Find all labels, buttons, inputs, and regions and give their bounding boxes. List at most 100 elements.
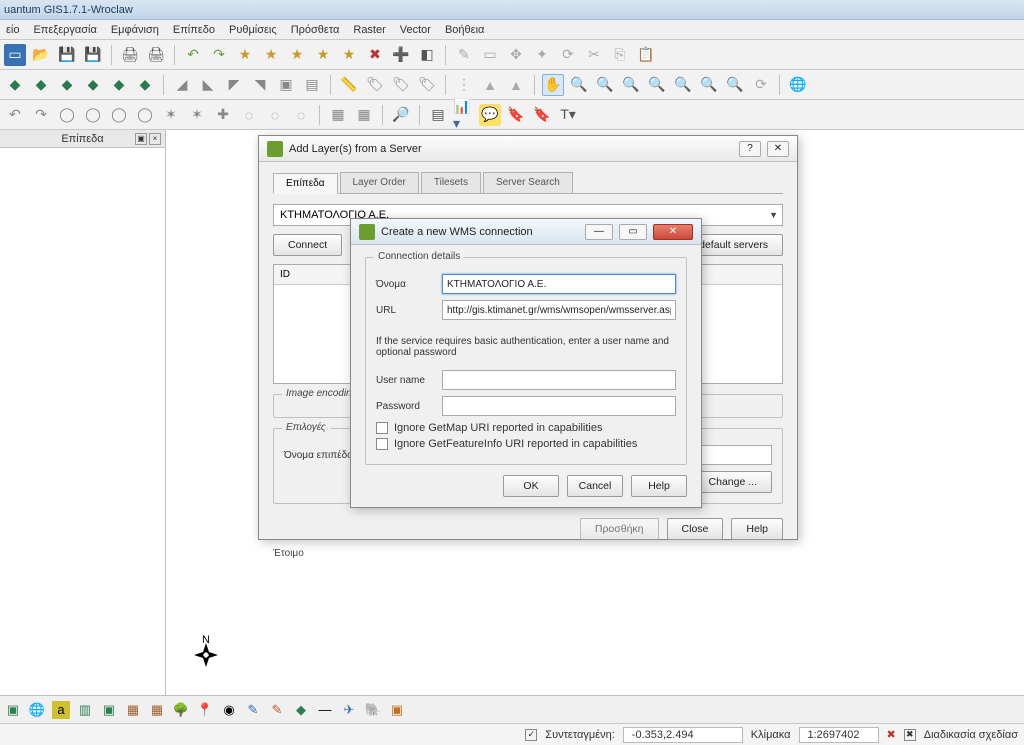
label3-icon[interactable]: 🏷	[416, 74, 438, 96]
help-button[interactable]: Help	[731, 518, 783, 540]
snap3-icon[interactable]: ◌	[290, 104, 312, 126]
vlayer5-icon[interactable]: ◆	[108, 74, 130, 96]
save-as-icon[interactable]: 💾	[82, 44, 104, 66]
close-button[interactable]: Close	[667, 518, 724, 540]
label1-icon[interactable]: 🏷	[364, 74, 386, 96]
coord-toggle[interactable]: ✓	[525, 729, 537, 741]
ring4-icon[interactable]: ◯	[134, 104, 156, 126]
zoomnext-icon[interactable]: 🔍	[724, 74, 746, 96]
star1-icon[interactable]: ★	[234, 44, 256, 66]
tab-server-search[interactable]: Server Search	[483, 172, 573, 193]
stop-render-icon[interactable]: ✖	[887, 728, 896, 741]
snap1-icon[interactable]: ◌	[238, 104, 260, 126]
ruler-icon[interactable]: 📏	[338, 74, 360, 96]
plugin5-icon[interactable]: ▣	[100, 701, 118, 719]
vlayer6-icon[interactable]: ◆	[134, 74, 156, 96]
move-icon[interactable]: ✥	[505, 44, 527, 66]
misc1-icon[interactable]: ⋮	[453, 74, 475, 96]
zoomsel-icon[interactable]: 🔍	[646, 74, 668, 96]
plugin1-icon[interactable]: ▣	[4, 701, 22, 719]
tab-layer-order[interactable]: Layer Order	[340, 172, 419, 193]
star2-icon[interactable]: ★	[260, 44, 282, 66]
wms-min-icon[interactable]: —	[585, 224, 613, 240]
add-layer-titlebar[interactable]: Add Layer(s) from a Server ? ✕	[259, 136, 797, 162]
identify-icon[interactable]: 🔎	[390, 104, 412, 126]
select-icon[interactable]: ▦	[327, 104, 349, 126]
wms-titlebar[interactable]: Create a new WMS connection — ▭ ✕	[351, 219, 701, 245]
ignore-getmap-check[interactable]: Ignore GetMap URI reported in capabiliti…	[376, 422, 676, 434]
vlayer2-icon[interactable]: ◆	[30, 74, 52, 96]
paste-icon[interactable]: 📋	[635, 44, 657, 66]
plugin8-icon[interactable]: 🌳	[172, 701, 190, 719]
add-layer-help-icon[interactable]: ?	[739, 141, 761, 157]
star5-icon[interactable]: ★	[338, 44, 360, 66]
plugin14-icon[interactable]: —	[316, 701, 334, 719]
redo-icon[interactable]: ↷	[208, 44, 230, 66]
ignore-getfeature-check[interactable]: Ignore GetFeatureInfo URI reported in ca…	[376, 438, 676, 450]
pan-icon[interactable]: ✋	[542, 74, 564, 96]
snap2-icon[interactable]: ◌	[264, 104, 286, 126]
zoomlast-icon[interactable]: 🔍	[698, 74, 720, 96]
zoomout-icon[interactable]: 🔍	[594, 74, 616, 96]
plugin10-icon[interactable]: ◉	[220, 701, 238, 719]
tab-tilesets[interactable]: Tilesets	[421, 172, 481, 193]
connect-button[interactable]: Connect	[273, 234, 342, 256]
redo2-icon[interactable]: ↷	[30, 104, 52, 126]
undo-icon[interactable]: ↶	[182, 44, 204, 66]
new-project-icon[interactable]: ▭	[4, 44, 26, 66]
scale-value[interactable]: 1:2697402	[799, 727, 879, 743]
vlayer1-icon[interactable]: ◆	[4, 74, 26, 96]
help-button[interactable]: Help	[631, 475, 687, 497]
wms-max-icon[interactable]: ▭	[619, 224, 647, 240]
plugin4-icon[interactable]: ▥	[76, 701, 94, 719]
menu-layer[interactable]: Επίπεδο	[173, 24, 215, 36]
rotate-icon[interactable]: ⟳	[557, 44, 579, 66]
print-icon[interactable]: 🖨	[119, 44, 141, 66]
refresh-icon[interactable]: ⟳	[750, 74, 772, 96]
plugin2-icon[interactable]: 🌐	[28, 701, 46, 719]
merge-icon[interactable]: ✶	[186, 104, 208, 126]
zoomin-icon[interactable]: 🔍	[568, 74, 590, 96]
menu-settings[interactable]: Ρυθμίσεις	[229, 24, 277, 36]
node-icon[interactable]: ✦	[531, 44, 553, 66]
geom2-icon[interactable]: ◣	[197, 74, 219, 96]
ring3-icon[interactable]: ◯	[108, 104, 130, 126]
tool-a-icon[interactable]: ◧	[416, 44, 438, 66]
menu-raster[interactable]: Raster	[353, 24, 385, 36]
geom5-icon[interactable]: ▣	[275, 74, 297, 96]
tips-icon[interactable]: 💬	[479, 104, 501, 126]
misc3-icon[interactable]: ▲	[505, 74, 527, 96]
newbm-icon[interactable]: 🔖	[531, 104, 553, 126]
plugin17-icon[interactable]: ▣	[388, 701, 406, 719]
star4-icon[interactable]: ★	[312, 44, 334, 66]
node2-icon[interactable]: ✚	[212, 104, 234, 126]
rect-icon[interactable]: ▭	[479, 44, 501, 66]
vlayer3-icon[interactable]: ◆	[56, 74, 78, 96]
add-layer-close-icon[interactable]: ✕	[767, 141, 789, 157]
plugin12-icon[interactable]: ✎	[268, 701, 286, 719]
name-input[interactable]	[442, 274, 676, 294]
bookmark-icon[interactable]: 🔖	[505, 104, 527, 126]
plugin11-icon[interactable]: ✎	[244, 701, 262, 719]
plugin7-icon[interactable]: ▦	[148, 701, 166, 719]
plugin16-icon[interactable]: 🐘	[364, 701, 382, 719]
change-button[interactable]: Change ...	[694, 471, 772, 493]
remove-layer-icon[interactable]: ✖	[364, 44, 386, 66]
vlayer4-icon[interactable]: ◆	[82, 74, 104, 96]
geom6-icon[interactable]: ▤	[301, 74, 323, 96]
composer-icon[interactable]: 🖨	[145, 44, 167, 66]
star3-icon[interactable]: ★	[286, 44, 308, 66]
zoomlayer-icon[interactable]: 🔍	[672, 74, 694, 96]
cut-icon[interactable]: ✂	[583, 44, 605, 66]
globe-icon[interactable]: 🌐	[787, 74, 809, 96]
calc-icon[interactable]: 📊▾	[453, 104, 475, 126]
label2-icon[interactable]: 🏷	[390, 74, 412, 96]
misc2-icon[interactable]: ▲	[479, 74, 501, 96]
ok-button[interactable]: OK	[503, 475, 559, 497]
menu-view[interactable]: Εμφάνιση	[111, 24, 159, 36]
pencil-icon[interactable]: ✎	[453, 44, 475, 66]
zoomfull-icon[interactable]: 🔍	[620, 74, 642, 96]
password-input[interactable]	[442, 396, 676, 416]
table-icon[interactable]: ▤	[427, 104, 449, 126]
save-icon[interactable]: 💾	[56, 44, 78, 66]
